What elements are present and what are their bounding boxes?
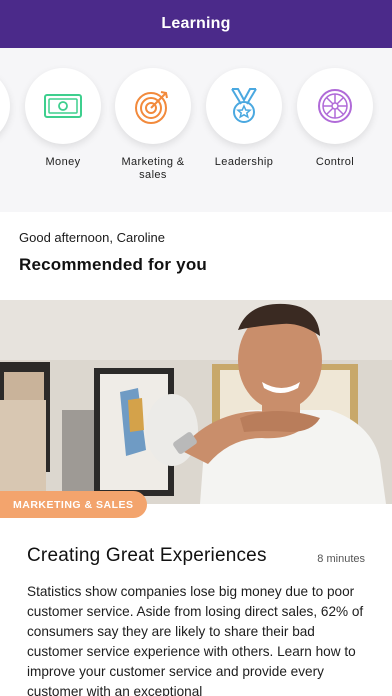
page-title: Learning <box>161 15 231 32</box>
category-marketing-circle[interactable] <box>115 68 191 144</box>
greeting-text: Good afternoon, Caroline <box>19 230 165 245</box>
category-carousel[interactable]: Money Marketing & sales Leadership Contr… <box>0 48 392 212</box>
course-description: Statistics show companies lose big money… <box>27 584 364 696</box>
category-money[interactable]: Money <box>18 68 108 169</box>
category-partial-item[interactable] <box>0 68 10 144</box>
category-marketing-label: Marketing & sales <box>121 156 185 181</box>
category-badge: MARKETING & SALES <box>0 491 147 518</box>
app-header: Learning <box>0 0 392 48</box>
presenter-photo <box>0 300 392 504</box>
category-control[interactable]: Control <box>290 68 380 169</box>
category-money-circle[interactable] <box>25 68 101 144</box>
course-duration: 8 minutes <box>317 553 365 565</box>
category-money-label: Money <box>45 156 81 168</box>
category-marketing[interactable]: Marketing & sales <box>108 68 198 182</box>
category-leadership[interactable]: Leadership <box>199 68 289 169</box>
medal-icon <box>231 88 257 123</box>
course-hero-image[interactable] <box>0 300 392 504</box>
course-title[interactable]: Creating Great Experiences <box>27 545 267 567</box>
category-leadership-circle[interactable] <box>206 68 282 144</box>
category-leadership-label: Leadership <box>214 156 274 168</box>
banknote-icon <box>44 94 82 118</box>
target-icon <box>135 91 168 124</box>
wheel-icon <box>318 89 352 123</box>
section-title: Recommended for you <box>19 255 207 274</box>
category-control-label: Control <box>315 156 355 168</box>
category-control-circle[interactable] <box>297 68 373 144</box>
